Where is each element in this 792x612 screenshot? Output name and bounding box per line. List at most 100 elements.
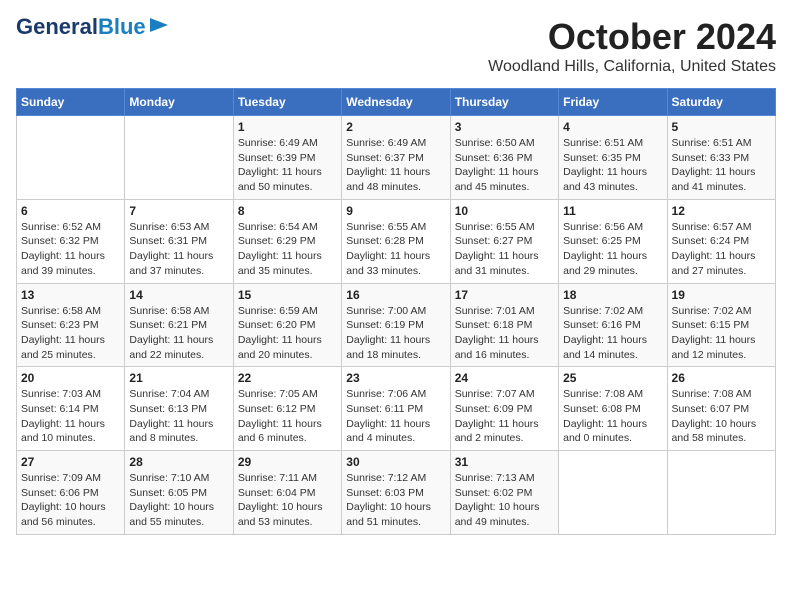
day-info: Sunrise: 7:12 AM Sunset: 6:03 PM Dayligh… [346, 471, 445, 530]
header-cell-wednesday: Wednesday [342, 89, 450, 116]
day-cell: 28 Sunrise: 7:10 AM Sunset: 6:05 PM Dayli… [125, 451, 233, 535]
day-info: Sunrise: 6:51 AM Sunset: 6:33 PM Dayligh… [672, 136, 771, 195]
day-number: 12 [672, 204, 771, 218]
day-info: Sunrise: 7:11 AM Sunset: 6:04 PM Dayligh… [238, 471, 337, 530]
page-header: GeneralBlue October 2024 Woodland Hills,… [16, 16, 776, 76]
day-number: 18 [563, 288, 662, 302]
day-cell: 14 Sunrise: 6:58 AM Sunset: 6:21 PM Dayli… [125, 283, 233, 367]
day-number: 2 [346, 120, 445, 134]
day-cell [559, 451, 667, 535]
logo-arrow-icon [148, 14, 170, 36]
week-row-2: 6 Sunrise: 6:52 AM Sunset: 6:32 PM Daylig… [17, 199, 776, 283]
month-year-title: October 2024 [488, 16, 776, 58]
day-info: Sunrise: 6:53 AM Sunset: 6:31 PM Dayligh… [129, 220, 228, 279]
day-cell: 11Sunrise: 6:56 AM Sunset: 6:25 PM Dayli… [559, 199, 667, 283]
day-info: Sunrise: 7:13 AM Sunset: 6:02 PM Dayligh… [455, 471, 554, 530]
day-info: Sunrise: 6:59 AM Sunset: 6:20 PM Dayligh… [238, 304, 337, 363]
title-block: October 2024 Woodland Hills, California,… [488, 16, 776, 76]
day-cell: 17 Sunrise: 7:01 AM Sunset: 6:18 PM Dayli… [450, 283, 558, 367]
day-info: Sunrise: 6:55 AM Sunset: 6:28 PM Dayligh… [346, 220, 445, 279]
day-info: Sunrise: 6:55 AM Sunset: 6:27 PM Dayligh… [455, 220, 554, 279]
header-cell-saturday: Saturday [667, 89, 775, 116]
day-number: 4 [563, 120, 662, 134]
day-cell: 24Sunrise: 7:07 AM Sunset: 6:09 PM Dayli… [450, 367, 558, 451]
logo: GeneralBlue [16, 16, 170, 38]
day-info: Sunrise: 6:49 AM Sunset: 6:39 PM Dayligh… [238, 136, 337, 195]
day-cell: 19 Sunrise: 7:02 AM Sunset: 6:15 PM Dayli… [667, 283, 775, 367]
logo-text: GeneralBlue [16, 16, 146, 38]
day-cell: 3Sunrise: 6:50 AM Sunset: 6:36 PM Daylig… [450, 116, 558, 200]
day-number: 14 [129, 288, 228, 302]
day-info: Sunrise: 7:01 AM Sunset: 6:18 PM Dayligh… [455, 304, 554, 363]
day-number: 17 [455, 288, 554, 302]
day-cell: 31 Sunrise: 7:13 AM Sunset: 6:02 PM Dayli… [450, 451, 558, 535]
day-cell: 16 Sunrise: 7:00 AM Sunset: 6:19 PM Dayli… [342, 283, 450, 367]
day-info: Sunrise: 6:52 AM Sunset: 6:32 PM Dayligh… [21, 220, 120, 279]
day-cell: 27 Sunrise: 7:09 AM Sunset: 6:06 PM Dayli… [17, 451, 125, 535]
day-info: Sunrise: 6:49 AM Sunset: 6:37 PM Dayligh… [346, 136, 445, 195]
day-cell: 13 Sunrise: 6:58 AM Sunset: 6:23 PM Dayli… [17, 283, 125, 367]
day-number: 29 [238, 455, 337, 469]
day-cell [125, 116, 233, 200]
week-row-1: 1 Sunrise: 6:49 AM Sunset: 6:39 PM Daylig… [17, 116, 776, 200]
day-cell: 18Sunrise: 7:02 AM Sunset: 6:16 PM Dayli… [559, 283, 667, 367]
day-number: 13 [21, 288, 120, 302]
day-number: 16 [346, 288, 445, 302]
day-cell: 22Sunrise: 7:05 AM Sunset: 6:12 PM Dayli… [233, 367, 341, 451]
day-info: Sunrise: 7:07 AM Sunset: 6:09 PM Dayligh… [455, 387, 554, 446]
header-cell-monday: Monday [125, 89, 233, 116]
day-info: Sunrise: 7:10 AM Sunset: 6:05 PM Dayligh… [129, 471, 228, 530]
day-cell [667, 451, 775, 535]
day-cell: 20 Sunrise: 7:03 AM Sunset: 6:14 PM Dayli… [17, 367, 125, 451]
calendar-body: 1 Sunrise: 6:49 AM Sunset: 6:39 PM Daylig… [17, 116, 776, 535]
day-number: 9 [346, 204, 445, 218]
day-number: 11 [563, 204, 662, 218]
day-number: 27 [21, 455, 120, 469]
day-number: 31 [455, 455, 554, 469]
day-cell: 9 Sunrise: 6:55 AM Sunset: 6:28 PM Daylig… [342, 199, 450, 283]
day-number: 6 [21, 204, 120, 218]
day-info: Sunrise: 7:02 AM Sunset: 6:15 PM Dayligh… [672, 304, 771, 363]
day-cell: 15Sunrise: 6:59 AM Sunset: 6:20 PM Dayli… [233, 283, 341, 367]
day-number: 1 [238, 120, 337, 134]
day-cell: 10 Sunrise: 6:55 AM Sunset: 6:27 PM Dayli… [450, 199, 558, 283]
day-cell: 30 Sunrise: 7:12 AM Sunset: 6:03 PM Dayli… [342, 451, 450, 535]
day-info: Sunrise: 6:58 AM Sunset: 6:23 PM Dayligh… [21, 304, 120, 363]
day-number: 10 [455, 204, 554, 218]
header-row: SundayMondayTuesdayWednesdayThursdayFrid… [17, 89, 776, 116]
day-cell: 4 Sunrise: 6:51 AM Sunset: 6:35 PM Daylig… [559, 116, 667, 200]
header-cell-friday: Friday [559, 89, 667, 116]
day-number: 8 [238, 204, 337, 218]
day-cell: 1 Sunrise: 6:49 AM Sunset: 6:39 PM Daylig… [233, 116, 341, 200]
day-info: Sunrise: 7:09 AM Sunset: 6:06 PM Dayligh… [21, 471, 120, 530]
week-row-4: 20 Sunrise: 7:03 AM Sunset: 6:14 PM Dayli… [17, 367, 776, 451]
day-number: 21 [129, 371, 228, 385]
day-info: Sunrise: 7:06 AM Sunset: 6:11 PM Dayligh… [346, 387, 445, 446]
day-cell: 7Sunrise: 6:53 AM Sunset: 6:31 PM Daylig… [125, 199, 233, 283]
day-cell: 8Sunrise: 6:54 AM Sunset: 6:29 PM Daylig… [233, 199, 341, 283]
day-cell: 21Sunrise: 7:04 AM Sunset: 6:13 PM Dayli… [125, 367, 233, 451]
day-info: Sunrise: 6:58 AM Sunset: 6:21 PM Dayligh… [129, 304, 228, 363]
header-cell-tuesday: Tuesday [233, 89, 341, 116]
day-info: Sunrise: 6:57 AM Sunset: 6:24 PM Dayligh… [672, 220, 771, 279]
day-number: 5 [672, 120, 771, 134]
day-number: 28 [129, 455, 228, 469]
day-info: Sunrise: 7:08 AM Sunset: 6:08 PM Dayligh… [563, 387, 662, 446]
header-cell-sunday: Sunday [17, 89, 125, 116]
day-cell [17, 116, 125, 200]
day-number: 30 [346, 455, 445, 469]
header-cell-thursday: Thursday [450, 89, 558, 116]
day-cell: 25Sunrise: 7:08 AM Sunset: 6:08 PM Dayli… [559, 367, 667, 451]
day-number: 22 [238, 371, 337, 385]
day-cell: 26 Sunrise: 7:08 AM Sunset: 6:07 PM Dayli… [667, 367, 775, 451]
day-info: Sunrise: 7:03 AM Sunset: 6:14 PM Dayligh… [21, 387, 120, 446]
calendar-header: SundayMondayTuesdayWednesdayThursdayFrid… [17, 89, 776, 116]
day-info: Sunrise: 7:08 AM Sunset: 6:07 PM Dayligh… [672, 387, 771, 446]
day-number: 20 [21, 371, 120, 385]
day-number: 26 [672, 371, 771, 385]
day-info: Sunrise: 6:51 AM Sunset: 6:35 PM Dayligh… [563, 136, 662, 195]
day-number: 19 [672, 288, 771, 302]
day-info: Sunrise: 7:00 AM Sunset: 6:19 PM Dayligh… [346, 304, 445, 363]
day-info: Sunrise: 6:50 AM Sunset: 6:36 PM Dayligh… [455, 136, 554, 195]
day-cell: 12 Sunrise: 6:57 AM Sunset: 6:24 PM Dayli… [667, 199, 775, 283]
